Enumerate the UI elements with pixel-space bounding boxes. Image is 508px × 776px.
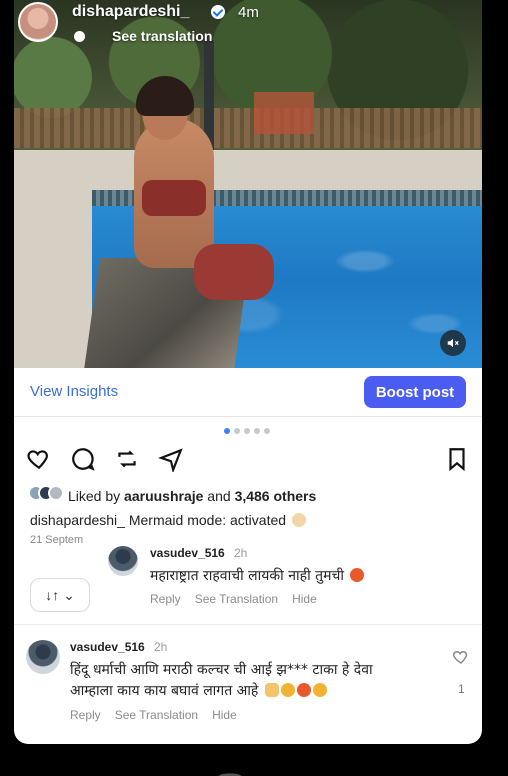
avatar [48, 485, 64, 501]
caption-text: Mermaid mode: activated [128, 512, 287, 528]
mermaid-emoji-icon [291, 513, 306, 527]
comment-avatar[interactable] [108, 546, 138, 576]
swimwear-top [142, 180, 206, 216]
post-actions [26, 446, 470, 474]
like-heart-icon[interactable] [26, 446, 54, 474]
face-emoji-icon [312, 683, 327, 697]
hide-button[interactable]: Hide [212, 708, 237, 722]
liked-by-avatars [28, 485, 64, 503]
mute-icon[interactable] [440, 330, 466, 356]
carousel-dot [264, 428, 270, 434]
save-bookmark-icon[interactable] [444, 446, 472, 474]
angry-emoji-icon [296, 683, 311, 697]
comment-actions: Reply See Translation Hide [150, 592, 331, 606]
comment-item: vasudev_516 2h महाराष्ट्रात राहवाची लायक… [108, 542, 428, 608]
comment-time: 2h [154, 640, 168, 654]
carousel-indicator [224, 428, 270, 434]
comment-icon[interactable] [70, 446, 98, 474]
comment-text-line1: हिंदू धर्माची आणि मराठी कल्चर ची आई झ***… [70, 662, 373, 678]
screen: dishapardeshi_ 4m See translation View I… [0, 0, 508, 776]
background-object [254, 92, 314, 134]
carousel-dot [254, 428, 260, 434]
verified-badge-icon [211, 5, 225, 19]
comment-username[interactable]: vasudev_516 [150, 546, 225, 560]
comment-text: महाराष्ट्रात राहवाची लायकी नाही तुमची [150, 566, 365, 585]
post-image[interactable] [14, 0, 482, 368]
reply-button[interactable]: Reply [70, 708, 101, 722]
boost-post-button[interactable]: Boost post [364, 376, 466, 408]
hide-button[interactable]: Hide [292, 592, 317, 606]
divider [14, 624, 482, 625]
comment-item: vasudev_516 2h हिंदू धर्माची आणि मराठी क… [24, 636, 474, 728]
bottom-nav-hint [170, 762, 290, 776]
share-icon[interactable] [158, 446, 186, 474]
comment-like-heart-icon[interactable] [452, 648, 470, 666]
post-card: View Insights Boost post Liked by aaruus… [14, 368, 482, 744]
carousel-dot-active [224, 428, 230, 434]
see-translation-button[interactable]: See Translation [115, 708, 198, 722]
view-insights-link[interactable]: View Insights [30, 383, 118, 400]
repost-icon[interactable] [114, 446, 142, 474]
likes-count[interactable]: 3,486 others [235, 488, 317, 504]
post-username[interactable]: dishapardeshi_ [72, 3, 189, 21]
comment-actions: Reply See Translation Hide [70, 708, 251, 722]
comment-username[interactable]: vasudev_516 [70, 640, 145, 654]
comment-avatar[interactable] [26, 640, 60, 674]
post-time: 4m [238, 4, 259, 21]
post-caption: dishapardeshi_ Mermaid mode: activated [30, 512, 306, 528]
post-header: dishapardeshi_ 4m See translation [14, 0, 482, 52]
liked-by-user[interactable]: aaruushraje [124, 488, 203, 504]
divider [14, 416, 482, 417]
folded-hands-emoji-icon [264, 683, 279, 697]
comment-time: 2h [234, 546, 248, 560]
profile-avatar[interactable] [18, 2, 58, 42]
swimwear-bottom [194, 244, 274, 300]
comment-sort-button[interactable]: ↓↑ ⌄ [30, 578, 90, 612]
comment-text-line2: आम्हाला काय काय बघावं लागत आहे [70, 681, 327, 700]
post-date: 21 Septem [30, 534, 84, 546]
translate-indicator-icon [74, 31, 85, 42]
comment-like-count: 1 [458, 682, 465, 696]
carousel-dot [244, 428, 250, 434]
see-translation-button[interactable]: See Translation [195, 592, 278, 606]
fence [14, 108, 482, 148]
face-emoji-icon [280, 683, 295, 697]
see-translation-link[interactable]: See translation [112, 28, 212, 44]
likes-summary[interactable]: Liked by aaruushraje and 3,486 others [68, 488, 316, 504]
carousel-dot [234, 428, 240, 434]
caption-username[interactable]: dishapardeshi_ [30, 512, 125, 528]
reply-button[interactable]: Reply [150, 592, 181, 606]
angry-emoji-icon [350, 568, 365, 582]
